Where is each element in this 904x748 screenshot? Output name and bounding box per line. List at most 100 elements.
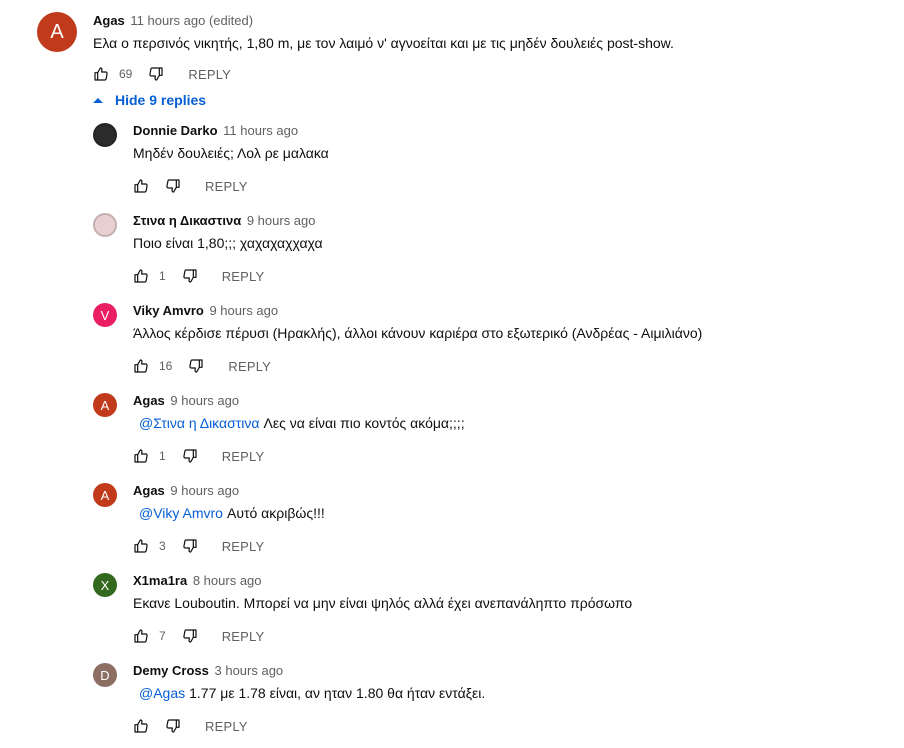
comment-text: @Viky Amvro Αυτό ακριβώς!!! bbox=[136, 505, 325, 521]
comment-time[interactable]: 9 hours ago bbox=[170, 393, 239, 408]
comment-author[interactable]: Demy Cross bbox=[133, 663, 209, 678]
hide-replies-label: Hide 9 replies bbox=[115, 92, 207, 108]
mention-link[interactable]: @Viky Amvro bbox=[139, 505, 223, 521]
hide-replies-button[interactable]: Hide 9 replies bbox=[92, 92, 206, 108]
dislike-icon[interactable] bbox=[148, 66, 164, 82]
comment-header: Donnie Darko 11 hours ago bbox=[133, 123, 298, 138]
comment-time[interactable]: 11 hours ago bbox=[223, 123, 298, 138]
comment-actions: 1 REPLY bbox=[133, 446, 264, 466]
like-icon[interactable] bbox=[133, 358, 149, 374]
comment-body: Άλλος κέρδισε πέρυσι (Ηρακλής), άλλοι κά… bbox=[133, 325, 703, 341]
comment-text: Ελα ο περσινός νικητής, 1,80 m, με τον λ… bbox=[93, 35, 674, 51]
avatar[interactable] bbox=[93, 123, 117, 147]
comment-author[interactable]: X1ma1ra bbox=[133, 573, 187, 588]
comment-author[interactable]: Donnie Darko bbox=[133, 123, 218, 138]
reply-button[interactable]: REPLY bbox=[222, 629, 265, 644]
comment-time[interactable]: 9 hours ago bbox=[170, 483, 239, 498]
comment-time[interactable]: 3 hours ago bbox=[215, 663, 284, 678]
like-icon[interactable] bbox=[133, 268, 149, 284]
dislike-icon[interactable] bbox=[182, 628, 198, 644]
dislike-icon[interactable] bbox=[165, 718, 181, 734]
like-icon[interactable] bbox=[133, 718, 149, 734]
like-count: 69 bbox=[119, 67, 133, 81]
comment-body: Ποιο είναι 1,80;;; χαχαχαχχαχα bbox=[133, 235, 323, 251]
dislike-icon[interactable] bbox=[182, 268, 198, 284]
comment-actions: REPLY bbox=[133, 716, 248, 736]
comment-actions: 3 REPLY bbox=[133, 536, 264, 556]
top-comment: A Agas 11 hours ago (edited) Ελα ο περσι… bbox=[0, 0, 904, 90]
comment-time[interactable]: 9 hours ago bbox=[209, 303, 278, 318]
comment-time[interactable]: 9 hours ago bbox=[247, 213, 316, 228]
comment-time[interactable]: 8 hours ago bbox=[193, 573, 262, 588]
avatar-letter: V bbox=[100, 307, 110, 323]
comment-author[interactable]: Agas bbox=[133, 393, 165, 408]
avatar[interactable] bbox=[93, 213, 117, 237]
comment-text: @Agas 1.77 με 1.78 είναι, αν ηταν 1.80 θα… bbox=[136, 685, 485, 701]
dislike-icon[interactable] bbox=[165, 178, 181, 194]
avatar-letter: D bbox=[100, 667, 110, 683]
comment-body: 1.77 με 1.78 είναι, αν ηταν 1.80 θα ήταν… bbox=[189, 685, 486, 701]
comment-text: @Στινα η Δικαστινα Λες να είναι πιο κοντό… bbox=[136, 415, 465, 431]
reply-button[interactable]: REPLY bbox=[222, 269, 265, 284]
avatar[interactable]: X bbox=[93, 573, 117, 597]
dislike-icon[interactable] bbox=[182, 538, 198, 554]
dislike-icon[interactable] bbox=[182, 448, 198, 464]
comment-time[interactable]: 11 hours ago (edited) bbox=[130, 13, 253, 28]
comment-header: Agas 11 hours ago (edited) bbox=[93, 13, 253, 28]
comment-body: Αυτό ακριβώς!!! bbox=[226, 505, 325, 521]
comment-text: Ποιο είναι 1,80;;; χαχαχαχχαχα bbox=[133, 235, 323, 251]
like-icon[interactable] bbox=[133, 178, 149, 194]
comment-author[interactable]: Agas bbox=[93, 13, 125, 28]
avatar-letter: A bbox=[50, 20, 64, 43]
like-count: 1 bbox=[159, 449, 166, 463]
avatar[interactable]: D bbox=[93, 663, 117, 687]
comment-header: Demy Cross 3 hours ago bbox=[133, 663, 283, 678]
avatar[interactable]: A bbox=[37, 12, 77, 52]
comment-author[interactable]: Στινα η Δικαστινα bbox=[133, 213, 241, 228]
comment-text: Μηδέν δουλειές; Λολ ρε μαλακα bbox=[133, 145, 329, 161]
avatar[interactable]: A bbox=[93, 483, 117, 507]
reply-comment: Στινα η Δικαστινα 9 hours ago Ποιο είναι… bbox=[0, 208, 904, 298]
reply-button[interactable]: REPLY bbox=[205, 179, 248, 194]
reply-button[interactable]: REPLY bbox=[205, 719, 248, 734]
comment-body: Εκανε Louboutin. Μπορεί να μην είναι ψηλ… bbox=[133, 595, 633, 611]
like-count: 3 bbox=[159, 539, 166, 553]
reply-button[interactable]: REPLY bbox=[188, 67, 231, 82]
like-icon[interactable] bbox=[133, 538, 149, 554]
dislike-icon[interactable] bbox=[188, 358, 204, 374]
reply-comment: V Viky Amvro 9 hours ago Άλλος κέρδισε π… bbox=[0, 298, 904, 388]
comment-actions: REPLY bbox=[133, 176, 248, 196]
comment-header: X1ma1ra 8 hours ago bbox=[133, 573, 262, 588]
comment-author[interactable]: Agas bbox=[133, 483, 165, 498]
avatar[interactable]: V bbox=[93, 303, 117, 327]
like-icon[interactable] bbox=[93, 66, 109, 82]
mention-link[interactable]: @Στινα η Δικαστινα bbox=[139, 415, 259, 431]
comment-header: Viky Amvro 9 hours ago bbox=[133, 303, 278, 318]
comment-header: Agas 9 hours ago bbox=[133, 393, 239, 408]
like-count: 7 bbox=[159, 629, 166, 643]
comment-body: Λες να είναι πιο κοντός ακόμα;;;; bbox=[263, 415, 465, 431]
avatar-letter: X bbox=[100, 577, 110, 593]
comment-text: Άλλος κέρδισε πέρυσι (Ηρακλής), άλλοι κά… bbox=[133, 325, 702, 341]
like-icon[interactable] bbox=[133, 628, 149, 644]
reply-comment: Donnie Darko 11 hours ago Μηδέν δουλειές… bbox=[0, 118, 904, 208]
reply-button[interactable]: REPLY bbox=[222, 539, 265, 554]
comment-body: Μηδέν δουλειές; Λολ ρε μαλακα bbox=[133, 145, 329, 161]
reply-comment: A Agas 9 hours ago @Στινα η Δικαστινα Λες… bbox=[0, 388, 904, 478]
comment-actions: 69 REPLY bbox=[93, 64, 231, 84]
avatar[interactable]: A bbox=[93, 393, 117, 417]
comment-actions: 7 REPLY bbox=[133, 626, 264, 646]
reply-comment: X X1ma1ra 8 hours ago Εκανε Louboutin. Μ… bbox=[0, 568, 904, 658]
mention-link[interactable]: @Agas bbox=[139, 685, 185, 701]
reply-button[interactable]: REPLY bbox=[222, 449, 265, 464]
like-count: 16 bbox=[159, 359, 173, 373]
comment-actions: 16 REPLY bbox=[133, 356, 271, 376]
comment-header: Στινα η Δικαστινα 9 hours ago bbox=[133, 213, 316, 228]
like-icon[interactable] bbox=[133, 448, 149, 464]
reply-comment: D Demy Cross 3 hours ago @Agas 1.77 με 1.… bbox=[0, 658, 904, 748]
comment-header: Agas 9 hours ago bbox=[133, 483, 239, 498]
comment-author[interactable]: Viky Amvro bbox=[133, 303, 204, 318]
comment-actions: 1 REPLY bbox=[133, 266, 264, 286]
caret-up-icon bbox=[92, 94, 104, 106]
reply-button[interactable]: REPLY bbox=[228, 359, 271, 374]
